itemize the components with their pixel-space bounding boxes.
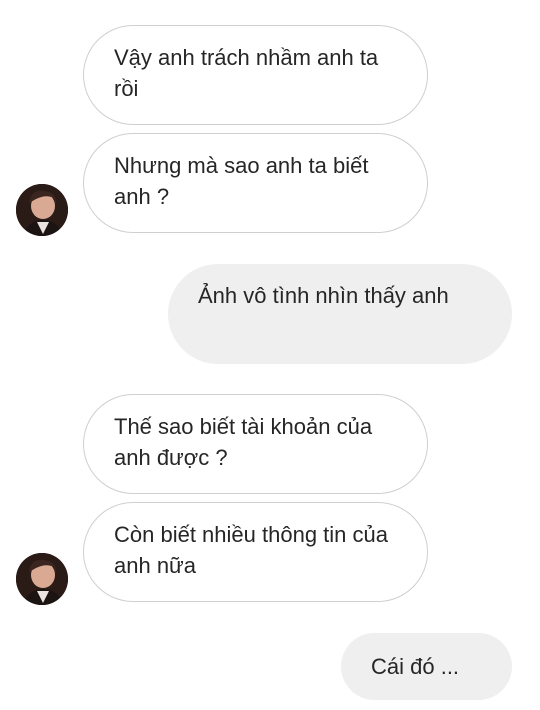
message-text: Vậy anh trách nhầm anh ta rồi (114, 45, 379, 101)
sender-avatar[interactable] (16, 553, 68, 605)
message-text: Nhưng mà sao anh ta biết anh ? (114, 153, 369, 209)
message-bubble-incoming[interactable]: Thế sao biết tài khoản của anh được ? (83, 394, 428, 494)
message-text: Ảnh vô tình nhìn thấy anh (198, 283, 449, 308)
message-bubble-outgoing[interactable]: Ảnh vô tình nhìn thấy anh (168, 264, 512, 364)
message-text: Thế sao biết tài khoản của anh được ? (114, 414, 373, 470)
sender-avatar[interactable] (16, 184, 68, 236)
message-text: Cái đó ... (371, 654, 460, 679)
message-text: Còn biết nhiều thông tin của anh nữa (114, 522, 388, 578)
message-bubble-incoming[interactable]: Còn biết nhiều thông tin của anh nữa (83, 502, 428, 602)
message-bubble-incoming[interactable]: Vậy anh trách nhầm anh ta rồi (83, 25, 428, 125)
message-bubble-outgoing[interactable]: Cái đó ... (341, 633, 512, 700)
avatar-photo-icon (16, 553, 68, 605)
message-bubble-incoming[interactable]: Nhưng mà sao anh ta biết anh ? (83, 133, 428, 233)
avatar-photo-icon (16, 184, 68, 236)
